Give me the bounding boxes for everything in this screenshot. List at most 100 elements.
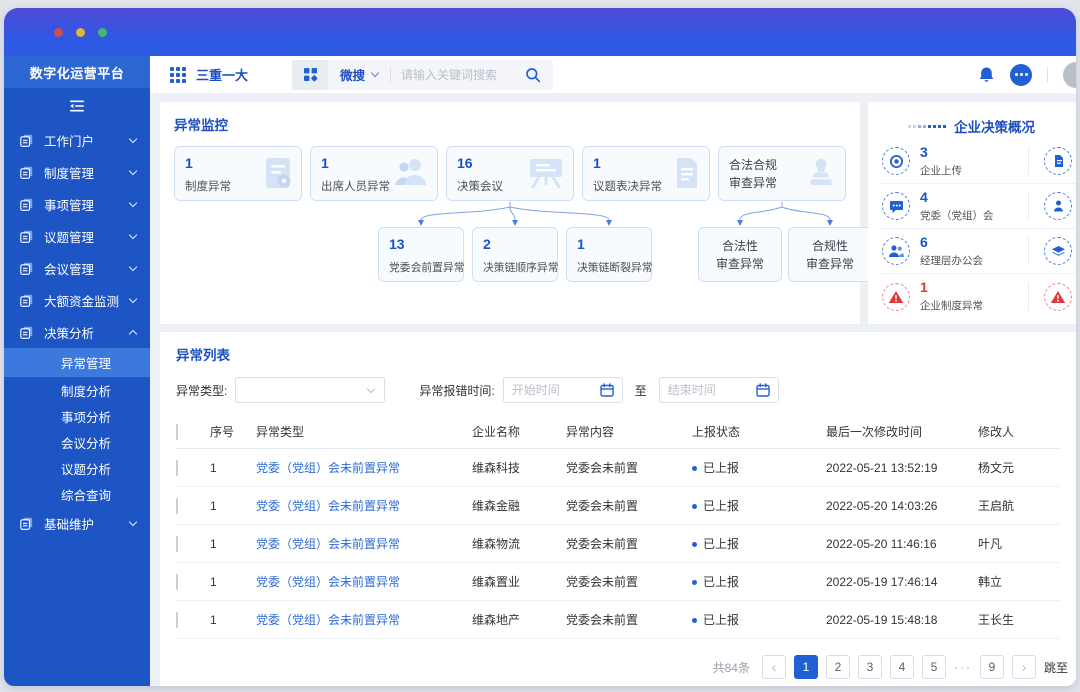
row-checkbox[interactable]: [176, 497, 178, 514]
sidebar-item-decision-analysis[interactable]: 决策分析: [4, 316, 150, 348]
chevron-down-icon[interactable]: [370, 68, 380, 78]
row-checkbox[interactable]: [176, 611, 178, 628]
search-engine-selector[interactable]: 微搜: [340, 65, 365, 84]
cell-time: 2022-05-20 11:46:16: [826, 536, 937, 551]
document-badge-icon: [266, 158, 291, 188]
column-header: 最后一次修改时间: [826, 425, 923, 439]
stat-card-attendee-anomaly[interactable]: 1 出席人员异常: [310, 146, 438, 201]
app-launcher-button[interactable]: [292, 59, 329, 90]
cell-editor: 叶凡: [978, 537, 1003, 551]
substat-card-chain-break[interactable]: 1 决策链断裂异常: [566, 227, 653, 282]
stat-card-topic-vote-anomaly[interactable]: 1 议题表决异常: [582, 146, 710, 201]
stat-label: 审查异常: [805, 256, 854, 271]
sidebar-collapse-button[interactable]: [4, 88, 150, 124]
page-button-4[interactable]: 4: [889, 655, 914, 679]
sidebar-subitem-anomaly-management[interactable]: 异常管理: [4, 348, 150, 377]
sidebar-subitem-meeting-analysis[interactable]: 会议分析: [4, 429, 150, 455]
row-checkbox[interactable]: [176, 535, 178, 552]
sidebar-subitem-comprehensive-query[interactable]: 综合查询: [4, 481, 150, 507]
sidebar-item-work-portal[interactable]: 工作门户: [4, 124, 150, 156]
anomaly-type-link[interactable]: 党委（党组）会未前置异常: [256, 575, 400, 589]
sidebar-item-basic-maintenance[interactable]: 基础维护: [4, 507, 150, 539]
sidebar-item-topics[interactable]: 议题管理: [4, 220, 150, 252]
row-checkbox[interactable]: [176, 459, 178, 476]
window-close-dot[interactable]: [54, 27, 63, 37]
status-dot: [692, 466, 697, 471]
sidebar-item-label: 决策分析: [44, 326, 95, 341]
sidebar-item-large-funds[interactable]: 大额资金监测: [4, 284, 150, 316]
end-date-field[interactable]: [667, 383, 751, 397]
cell-time: 2022-05-19 15:48:18: [826, 612, 938, 627]
jump-to-page-label: 跳至: [1043, 660, 1068, 675]
status-badge: 已上报: [703, 613, 740, 627]
document-icon: [20, 262, 33, 275]
row-checkbox[interactable]: [176, 573, 178, 590]
substat-card-chain-order[interactable]: 2 决策链顺序异常: [472, 227, 559, 282]
sidebar-item-matters[interactable]: 事项管理: [4, 188, 150, 220]
divider: [1028, 282, 1029, 311]
substat-card-compliance-review[interactable]: 合规性 审查异常: [788, 227, 872, 282]
stat-card-legal-compliance-review[interactable]: 合法合规 审查异常: [718, 146, 846, 201]
substat-card-legality-review[interactable]: 合法性 审查异常: [698, 227, 782, 282]
user-avatar[interactable]: [1063, 61, 1076, 88]
start-date-input[interactable]: [502, 377, 623, 403]
document-icon: [1044, 147, 1072, 175]
substat-card-party-committee-pre[interactable]: 13 党委会前置异常: [378, 227, 465, 282]
apps-grid-icon[interactable]: [170, 66, 186, 83]
window-maximize-dot[interactable]: [98, 27, 107, 37]
notifications-button[interactable]: [978, 66, 995, 84]
page-button-3[interactable]: 3: [857, 655, 882, 679]
person-icon: [1044, 192, 1072, 220]
page-button-9[interactable]: 9: [979, 655, 1004, 679]
cell-time: 2022-05-21 13:52:19: [826, 460, 938, 475]
stat-label: 审查异常: [715, 256, 764, 271]
stat-label: 合法性: [721, 238, 758, 253]
global-search-bar: 微搜: [292, 59, 554, 90]
subitem-label: 事项分析: [61, 410, 112, 425]
select-all-checkbox[interactable]: [176, 423, 178, 440]
sidebar-subitem-topic-analysis[interactable]: 议题分析: [4, 455, 150, 481]
start-date-field[interactable]: [511, 383, 595, 397]
subitem-label: 会议分析: [61, 436, 112, 451]
overview-label: 企业上传: [920, 164, 962, 177]
anomaly-type-link[interactable]: 党委（党组）会未前置异常: [256, 461, 400, 475]
page-button-1[interactable]: 1: [793, 655, 818, 679]
warning-icon: [882, 282, 910, 311]
window-minimize-dot[interactable]: [76, 27, 85, 37]
stat-card-regulation-anomaly[interactable]: 1 制度异常: [174, 146, 302, 201]
layers-icon: [1044, 237, 1072, 265]
anomaly-type-link[interactable]: 党委（党组）会未前置异常: [256, 613, 400, 627]
page-button-2[interactable]: 2: [825, 655, 850, 679]
stat-card-decision-meetings[interactable]: 16 决策会议: [446, 146, 574, 201]
subitem-label: 综合查询: [61, 488, 112, 503]
cell-editor: 王启航: [978, 499, 1015, 513]
more-options-button[interactable]: [1010, 63, 1032, 86]
status-dot: [692, 542, 697, 547]
anomaly-type-link[interactable]: 党委（党组）会未前置异常: [256, 537, 400, 551]
window-titlebar: [4, 8, 1076, 56]
people-icon: [882, 237, 910, 265]
subitem-label: 异常管理: [61, 357, 112, 371]
sidebar-item-meetings[interactable]: 会议管理: [4, 252, 150, 284]
end-date-input[interactable]: [658, 377, 779, 403]
prev-page-button[interactable]: ‹: [761, 655, 786, 679]
sidebar-subitem-matter-analysis[interactable]: 事项分析: [4, 403, 150, 429]
current-app-tab[interactable]: 三重一大: [196, 65, 248, 84]
filter-time-label: 异常报错时间:: [419, 383, 495, 398]
search-button[interactable]: [525, 67, 541, 83]
top-navigation-bar: 三重一大 微搜: [150, 56, 1076, 94]
sidebar-item-label: 大额资金监测: [44, 294, 120, 309]
page-button-5[interactable]: 5: [921, 655, 946, 679]
overview-label: 经理层办公会: [920, 254, 983, 267]
anomaly-type-link[interactable]: 党委（党组）会未前置异常: [256, 499, 400, 513]
status-badge: 已上报: [703, 537, 740, 551]
sidebar-subitem-regulation-analysis[interactable]: 制度分析: [4, 377, 150, 403]
search-input[interactable]: [391, 67, 522, 82]
status-dot: [692, 618, 697, 623]
stat-label: 决策链断裂异常: [577, 262, 653, 274]
next-page-button[interactable]: ›: [1011, 655, 1036, 679]
table-row: 1 党委（党组）会未前置异常 维森金融 党委会未前置 已上报 2022-05-2…: [176, 487, 1060, 525]
sidebar-item-regulation[interactable]: 制度管理: [4, 156, 150, 188]
anomaly-type-select[interactable]: [235, 377, 386, 403]
column-header: 序号: [210, 425, 235, 439]
